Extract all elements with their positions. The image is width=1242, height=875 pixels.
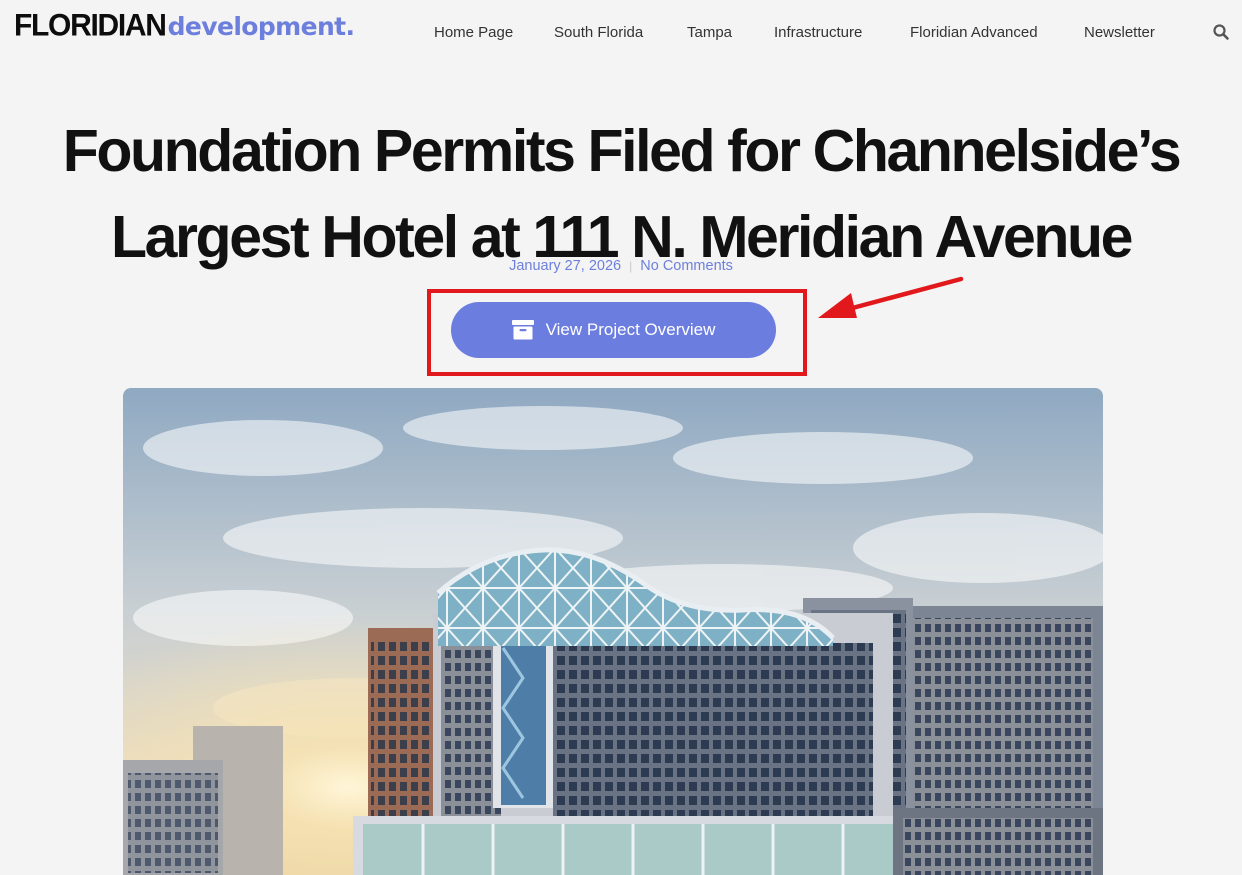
comments-link[interactable]: No Comments <box>640 258 733 274</box>
site-header: FLORIDIANdevelopment. Home Page South Fl… <box>0 0 1242 66</box>
cta-label: View Project Overview <box>545 320 716 339</box>
nav-item-infrastructure[interactable]: Infrastructure <box>774 24 862 41</box>
article-date[interactable]: January 27, 2026 <box>509 258 621 274</box>
nav-item-tampa[interactable]: Tampa <box>687 24 732 41</box>
logo-wordmark-sub: development. <box>167 12 355 41</box>
article-title: Foundation Permits Filed for Channelside… <box>0 108 1242 280</box>
article-title-line-1: Foundation Permits Filed for Channelside… <box>62 118 1182 184</box>
article-meta: January 27, 2026 | No Comments <box>0 258 1242 274</box>
nav-item-newsletter[interactable]: Newsletter <box>1084 24 1155 41</box>
search-icon[interactable] <box>1212 23 1230 41</box>
archive-box-icon <box>511 320 534 340</box>
nav-item-floridian-advanced[interactable]: Floridian Advanced <box>910 24 1038 41</box>
nav-item-south-florida[interactable]: South Florida <box>554 24 643 41</box>
red-arrow-icon <box>818 276 964 318</box>
hotel-rendering-image <box>123 388 1103 875</box>
logo-wordmark-main: FLORIDIAN <box>14 8 167 43</box>
view-project-overview-button[interactable]: View Project Overview <box>451 302 776 358</box>
site-logo[interactable]: FLORIDIANdevelopment. <box>14 8 355 43</box>
hero-image <box>123 388 1103 875</box>
nav-item-home-page[interactable]: Home Page <box>434 24 513 41</box>
meta-separator: | <box>629 259 633 273</box>
